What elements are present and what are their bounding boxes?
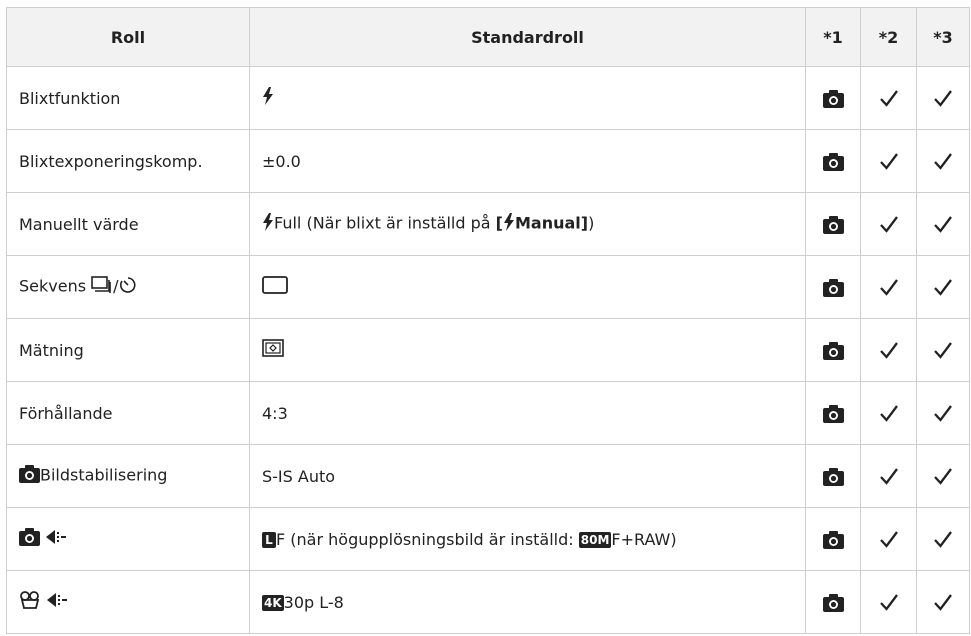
row-name: Manuellt värde xyxy=(6,192,250,256)
metering-icon xyxy=(262,339,284,361)
camera-icon xyxy=(805,507,861,571)
header-row: Roll Standardroll *1 *2 *3 xyxy=(6,7,970,67)
camera-icon xyxy=(805,381,861,445)
checkmark-icon xyxy=(916,192,970,256)
checkmark-icon xyxy=(860,444,917,508)
table-row: Förhållande 4:3 xyxy=(6,381,970,445)
flash-icon xyxy=(503,213,515,235)
checkmark-icon xyxy=(916,381,970,445)
large-size-badge: L xyxy=(262,532,276,548)
row-value xyxy=(249,66,806,130)
checkmark-icon xyxy=(916,129,970,193)
table-row: Bildstabilisering S-IS Auto xyxy=(6,444,970,508)
stabilization-label: Bildstabilisering xyxy=(40,465,168,485)
row-value: 4:3 xyxy=(249,381,806,445)
checkmark-icon xyxy=(916,318,970,382)
header-2: *2 xyxy=(860,7,917,67)
header-roll: Roll xyxy=(6,7,250,67)
quality-text: F (när högupplösningsbild är inställd: xyxy=(276,529,579,549)
row-name: Bildstabilisering xyxy=(6,444,250,508)
table-row: Blixtexponeringskomp. ±0.0 xyxy=(6,129,970,193)
flash-icon xyxy=(262,213,274,235)
row-value: LF (när högupplösningsbild är inställd: … xyxy=(249,507,806,571)
checkmark-icon xyxy=(916,570,970,634)
camera-icon xyxy=(805,192,861,256)
camera-icon xyxy=(19,528,40,550)
checkmark-icon xyxy=(860,66,917,130)
row-name: Blixtfunktion xyxy=(6,66,250,130)
camera-icon xyxy=(805,444,861,508)
row-value: 4K 30p L-8 xyxy=(249,570,806,634)
row-name: Mätning xyxy=(6,318,250,382)
checkmark-icon xyxy=(860,507,917,571)
movie-camera-icon xyxy=(19,591,41,613)
4k-badge: 4K xyxy=(262,595,284,611)
checkmark-icon xyxy=(916,444,970,508)
camera-icon xyxy=(805,570,861,634)
checkmark-icon xyxy=(860,318,917,382)
checkmark-icon xyxy=(916,507,970,571)
checkmark-icon xyxy=(860,570,917,634)
camera-icon xyxy=(19,465,40,487)
flash-icon xyxy=(262,87,274,109)
row-value xyxy=(249,255,806,319)
row-value: S-IS Auto xyxy=(249,444,806,508)
checkmark-icon xyxy=(860,381,917,445)
camera-icon xyxy=(805,318,861,382)
checkmark-icon xyxy=(860,255,917,319)
video-quality-text: 30p L-8 xyxy=(283,592,344,612)
row-value: Full (När blixt är inställd på [ Manual]) xyxy=(249,192,806,256)
camera-icon xyxy=(805,129,861,193)
sekvens-label: Sekvens xyxy=(19,276,92,296)
manual-bracket: [ xyxy=(495,213,503,233)
row-name: Blixtexponeringskomp. xyxy=(6,129,250,193)
table-row: Blixtfunktion xyxy=(6,66,970,130)
table-row: LF (när högupplösningsbild är inställd: … xyxy=(6,507,970,571)
row-name xyxy=(6,507,250,571)
table-row: Sekvens / xyxy=(6,255,970,319)
image-quality-icon xyxy=(46,592,68,612)
row-name: Sekvens / xyxy=(6,255,250,319)
manual-label: Manual] xyxy=(514,213,589,233)
checkmark-icon xyxy=(860,129,917,193)
single-frame-icon xyxy=(262,276,288,298)
header-standardroll: Standardroll xyxy=(249,7,806,67)
manual-value-text: Full (När blixt är inställd på xyxy=(274,213,496,233)
sequential-shooting-icon xyxy=(91,276,113,298)
checkmark-icon xyxy=(916,66,970,130)
row-value: ±0.0 xyxy=(249,129,806,193)
checkmark-icon xyxy=(916,255,970,319)
row-name xyxy=(6,570,250,634)
table-row: Manuellt värde Full (När blixt är instäl… xyxy=(6,192,970,256)
quality-text-2: F+RAW) xyxy=(611,529,677,549)
table-row: 4K 30p L-8 xyxy=(6,570,970,634)
settings-table: Roll Standardroll *1 *2 *3 Blixtfunktion… xyxy=(6,7,970,634)
camera-icon xyxy=(805,255,861,319)
table-row: Mätning xyxy=(6,318,970,382)
image-quality-icon xyxy=(45,529,67,549)
row-name: Förhållande xyxy=(6,381,250,445)
camera-icon xyxy=(805,66,861,130)
row-value xyxy=(249,318,806,382)
header-1: *1 xyxy=(805,7,861,67)
high-res-badge: 80M xyxy=(578,532,612,548)
checkmark-icon xyxy=(860,192,917,256)
self-timer-icon xyxy=(119,276,137,298)
header-3: *3 xyxy=(916,7,970,67)
manual-close: ) xyxy=(588,213,595,233)
